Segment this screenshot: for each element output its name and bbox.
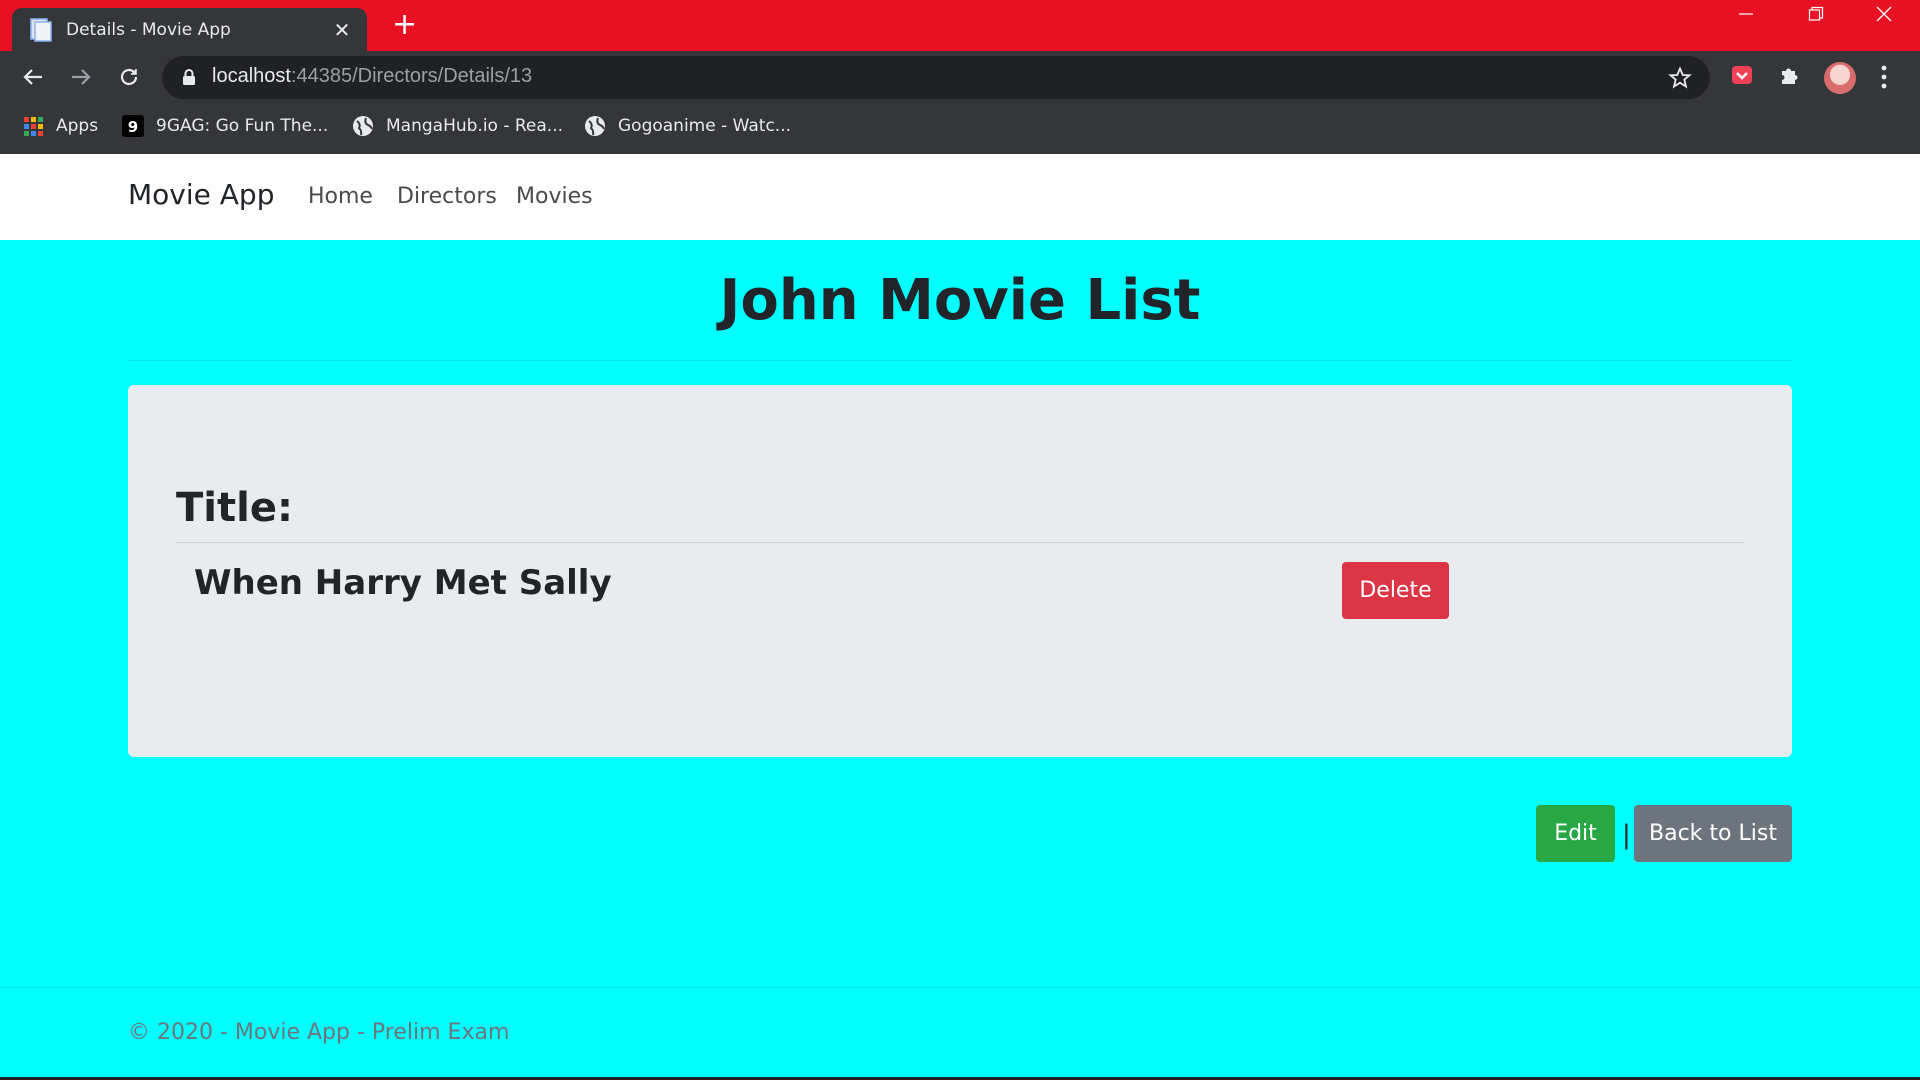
minimize-icon[interactable] [1738,6,1754,27]
close-icon[interactable]: ✕ [331,18,353,42]
site-navbar: Movie App Home Directors Movies [0,154,1920,240]
back-arrow-icon[interactable] [16,60,50,94]
profile-avatar[interactable] [1824,62,1856,94]
page-icon [30,17,52,42]
star-icon[interactable] [1668,63,1692,96]
delete-button[interactable]: Delete [1342,562,1449,619]
divider [176,542,1744,543]
pocket-icon[interactable] [1730,61,1754,91]
brand-link[interactable]: Movie App [128,178,274,211]
9gag-icon: 9 [122,115,144,137]
browser-tab[interactable]: Details - Movie App ✕ [12,8,367,51]
lock-icon[interactable] [182,68,196,90]
divider [128,360,1792,361]
title-label: Title: [176,485,293,531]
puzzle-icon[interactable] [1778,61,1802,91]
footer-divider [0,987,1920,988]
tab-strip: Details - Movie App ✕ + [0,0,1920,51]
reload-icon[interactable] [112,60,146,94]
nav-link-home[interactable]: Home [308,184,373,209]
nav-link-movies[interactable]: Movies [516,184,593,209]
menu-dots-icon[interactable] [1880,58,1888,97]
page-title: John Movie List [719,268,1201,333]
bookmark-label: Gogoanime - Watc... [618,116,792,136]
nav-link-directors[interactable]: Directors [397,184,497,209]
back-to-list-button[interactable]: Back to List [1634,805,1792,862]
forward-arrow-icon[interactable] [64,60,98,94]
bookmark-label: 9GAG: Go Fun The... [156,116,329,136]
bookmark-9gag[interactable]: 9 9GAG: Go Fun The... [122,115,328,137]
address-bar[interactable]: localhost:44385/Directors/Details/13 [162,56,1710,99]
footer-text: © 2020 - Movie App - Prelim Exam [128,1020,510,1045]
bookmark-mangahub[interactable]: MangaHub.io - Rea... [352,115,563,137]
url-text: localhost:44385/Directors/Details/13 [212,65,533,87]
svg-text:9: 9 [128,118,138,136]
window-close-icon[interactable] [1876,6,1892,27]
restore-icon[interactable] [1808,6,1824,27]
globe-icon [352,115,374,137]
separator: | [1622,820,1631,850]
bookmark-gogoanime[interactable]: Gogoanime - Watc... [584,115,791,137]
apps-icon [22,115,44,137]
bookmarks-bar: Apps 9 9GAG: Go Fun The... MangaHub.io -… [0,103,1920,154]
bookmark-label: Apps [56,116,99,136]
new-tab-button[interactable]: + [392,10,417,40]
tab-title: Details - Movie App [66,19,231,40]
bookmark-apps[interactable]: Apps [22,115,98,137]
movie-title: When Harry Met Sally [194,563,612,603]
bookmark-label: MangaHub.io - Rea... [386,116,564,136]
movie-panel: Title: When Harry Met Sally Delete [128,385,1792,757]
edit-button[interactable]: Edit [1536,805,1615,862]
globe-icon [584,115,606,137]
browser-toolbar: localhost:44385/Directors/Details/13 [0,51,1920,103]
